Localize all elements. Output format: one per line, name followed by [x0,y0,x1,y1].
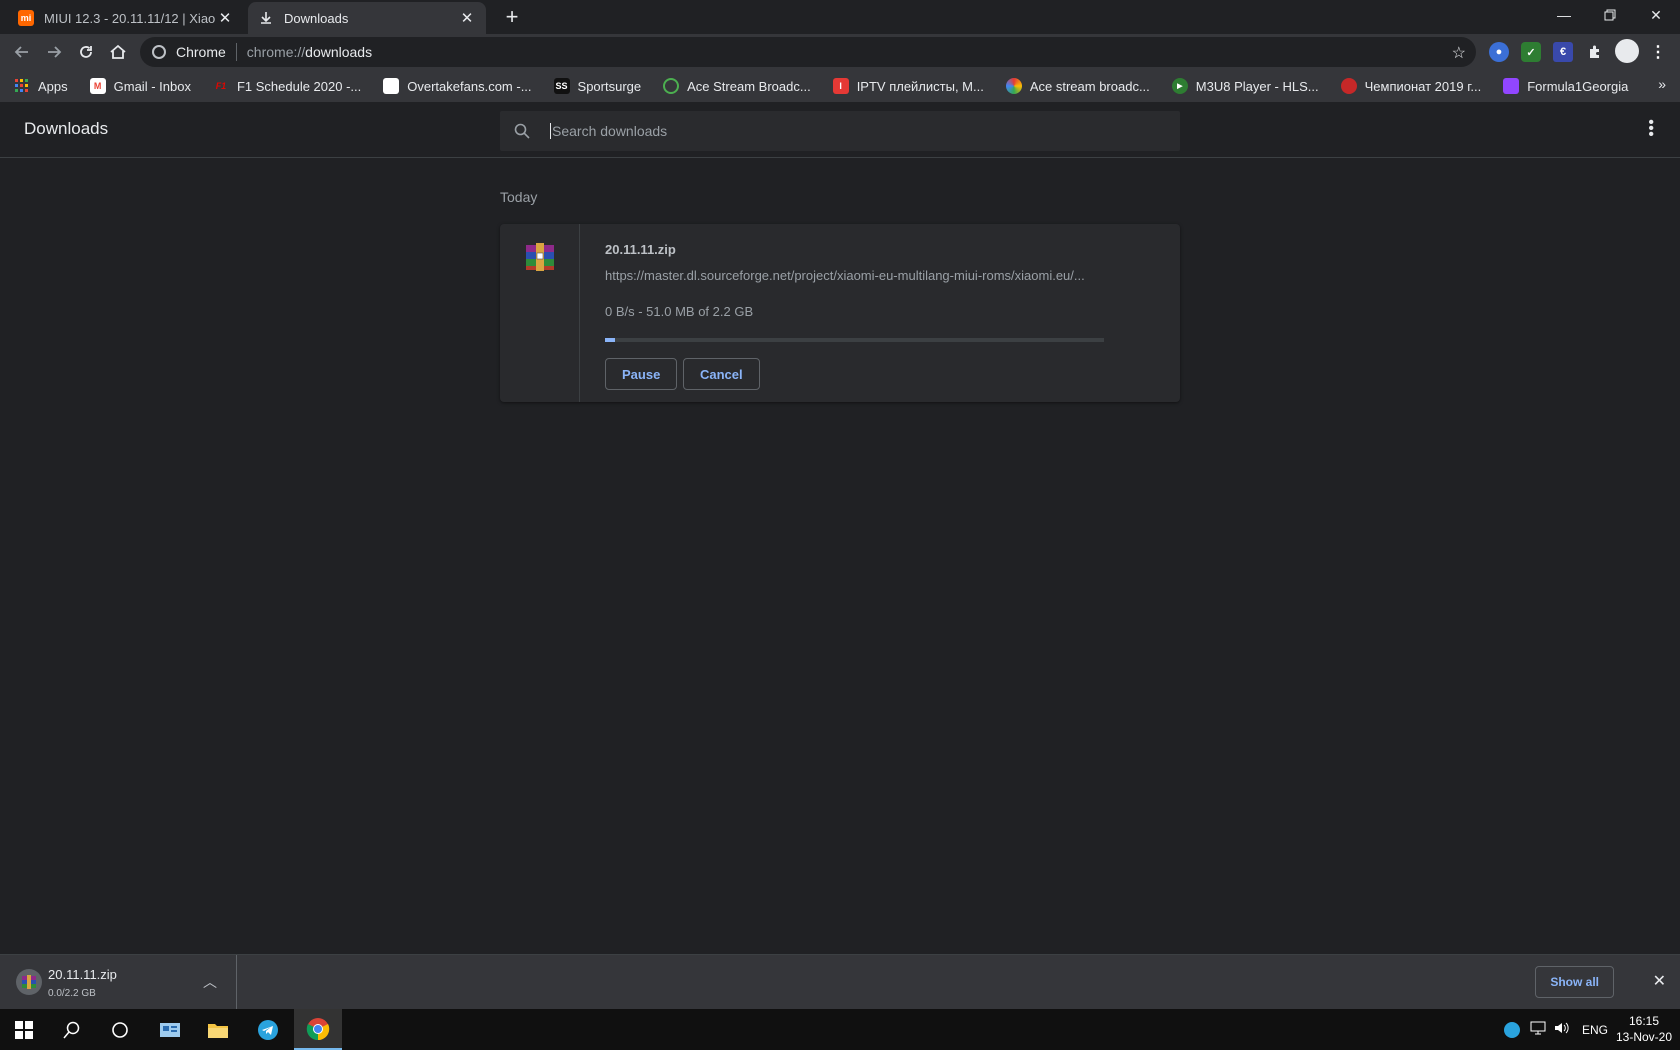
acestream-icon [1005,78,1022,94]
download-status: 0 B/s - 51.0 MB of 2.2 GB [605,304,754,319]
bookmarks-bar: Apps M Gmail - Inbox F1 F1 Schedule 2020… [0,70,1680,102]
winrar-archive-icon [526,243,554,271]
bookmark-championship[interactable]: Чемпионат 2019 г... [1340,78,1481,94]
close-shelf-icon[interactable]: ✕ [1653,971,1666,991]
f1-icon: F1 [215,81,227,91]
url-text: chrome://downloads [246,44,373,60]
bookmark-sportsurge[interactable]: SS Sportsurge [553,78,641,94]
tab-title: Downloads [284,10,349,26]
avatar[interactable] [1615,39,1639,63]
page-title: Downloads [24,119,109,138]
file-icon-column [500,224,580,402]
bookmark-apps[interactable]: Apps [14,78,68,94]
gmail-icon: M [89,78,106,94]
telegram-tray-icon[interactable] [1504,1021,1520,1038]
home-icon[interactable] [104,38,132,66]
download-shelf: 20.11.11.zip 0.0/2.2 GB ︿ Show all ✕ [0,954,1680,1010]
system-tray: ENG [1504,1009,1608,1050]
puzzle-extensions-icon[interactable] [1585,42,1605,62]
shelf-download-item[interactable]: 20.11.11.zip 0.0/2.2 GB ︿ [0,955,237,1010]
cancel-button[interactable]: Cancel [683,358,760,390]
mi-icon: mi [18,10,34,26]
globe-extension-icon[interactable]: ● [1489,42,1509,62]
tab-strip: mi MIUI 12.3 - 20.11.11/12 | Xiaomi ✕ Do… [0,0,1680,34]
chrome-icon [152,45,166,59]
shelf-progress: 0.0/2.2 GB [48,988,96,999]
progress-fill [605,338,615,342]
chrome-taskbar-icon[interactable] [294,1009,342,1050]
source-url-link[interactable]: https://master.dl.sourceforge.net/projec… [605,268,1105,283]
twitch-icon [1503,78,1520,94]
apps-grid-icon [14,78,30,94]
date-heading: Today [500,189,538,205]
bookmark-f1[interactable]: F1 F1 Schedule 2020 -... [213,78,362,94]
language-indicator[interactable]: ENG [1582,1023,1608,1037]
championship-icon [1340,78,1357,94]
bookmark-star-icon[interactable]: ☆ [1452,43,1466,63]
minimize-icon[interactable]: — [1541,0,1587,30]
tab-downloads[interactable]: Downloads ✕ [248,2,486,34]
search-icon[interactable] [48,1009,96,1050]
close-window-icon[interactable]: ✕ [1633,0,1679,30]
download-icon [258,10,274,26]
file-name-link[interactable]: 20.11.11.zip [605,242,676,257]
pause-button[interactable]: Pause [605,358,678,390]
close-tab-icon[interactable]: ✕ [458,9,476,27]
network-icon[interactable] [1530,1021,1546,1038]
downloads-header: Downloads ••• [0,102,1680,158]
site-info[interactable]: Chrome [140,44,226,60]
address-bar[interactable]: Chrome chrome://downloads ☆ [140,37,1476,67]
bookmark-overtakefans[interactable]: Overtakefans.com -... [383,78,532,94]
search-box [500,111,1180,151]
chevron-up-icon[interactable]: ︿ [203,972,217,992]
more-actions-icon[interactable]: • • • [1648,115,1654,143]
bookmarks-overflow-icon[interactable]: » [1658,76,1666,92]
volume-icon[interactable] [1554,1021,1570,1038]
m3u8-icon: ▶ [1171,78,1188,94]
clock[interactable]: 16:15 13-Nov-20 [1616,1013,1672,1045]
bookmark-formula1georgia[interactable]: Formula1Georgia [1503,78,1628,94]
tab-title: MIUI 12.3 - 20.11.11/12 | Xiaomi [44,10,216,26]
bookmark-iptv[interactable]: I IPTV плейлисты, М... [832,78,984,94]
progress-bar [605,338,1104,342]
overtakefans-icon [383,78,400,94]
bookmark-m3u8[interactable]: ▶ M3U8 Player - HLS... [1171,78,1319,94]
winrar-archive-icon [16,969,42,995]
toolbar: Chrome chrome://downloads ☆ ● ✓ € ⋮ [0,34,1680,70]
iptv-icon: I [832,78,849,94]
site-label: Chrome [176,44,226,60]
sportsurge-icon: SS [553,78,570,94]
restore-icon[interactable] [1587,0,1633,30]
windows-taskbar: ENG 16:15 13-Nov-20 [0,1009,1680,1050]
bookmark-acestream[interactable]: Ace stream broadc... [1005,78,1150,94]
close-tab-icon[interactable]: ✕ [216,9,234,27]
search-icon [514,123,530,139]
forward-icon[interactable] [40,38,68,66]
search-input[interactable] [550,123,1150,139]
acestream-search-icon [663,78,680,94]
bookmark-gmail[interactable]: M Gmail - Inbox [89,78,191,94]
shelf-file-name: 20.11.11.zip [48,967,117,982]
new-tab-button[interactable]: + [498,4,526,32]
divider [235,43,237,61]
file-explorer-icon[interactable] [194,1009,242,1050]
shield-extension-icon[interactable]: ✓ [1521,42,1541,62]
euro-extension-icon[interactable]: € [1553,42,1573,62]
bookmark-acestream-broadcast[interactable]: Ace Stream Broadc... [663,78,811,94]
show-all-button[interactable]: Show all [1535,966,1614,998]
task-view-app-icon[interactable] [146,1009,194,1050]
download-card: 20.11.11.zip https://master.dl.sourcefor… [500,224,1180,402]
tab-miui[interactable]: mi MIUI 12.3 - 20.11.11/12 | Xiaomi ✕ [8,2,244,34]
reload-icon[interactable] [72,38,100,66]
cortana-icon[interactable] [96,1009,144,1050]
menu-kebab-icon[interactable]: ⋮ [1648,42,1668,62]
windows-start-icon[interactable] [0,1009,48,1050]
back-icon[interactable] [8,38,36,66]
telegram-icon[interactable] [244,1009,292,1050]
